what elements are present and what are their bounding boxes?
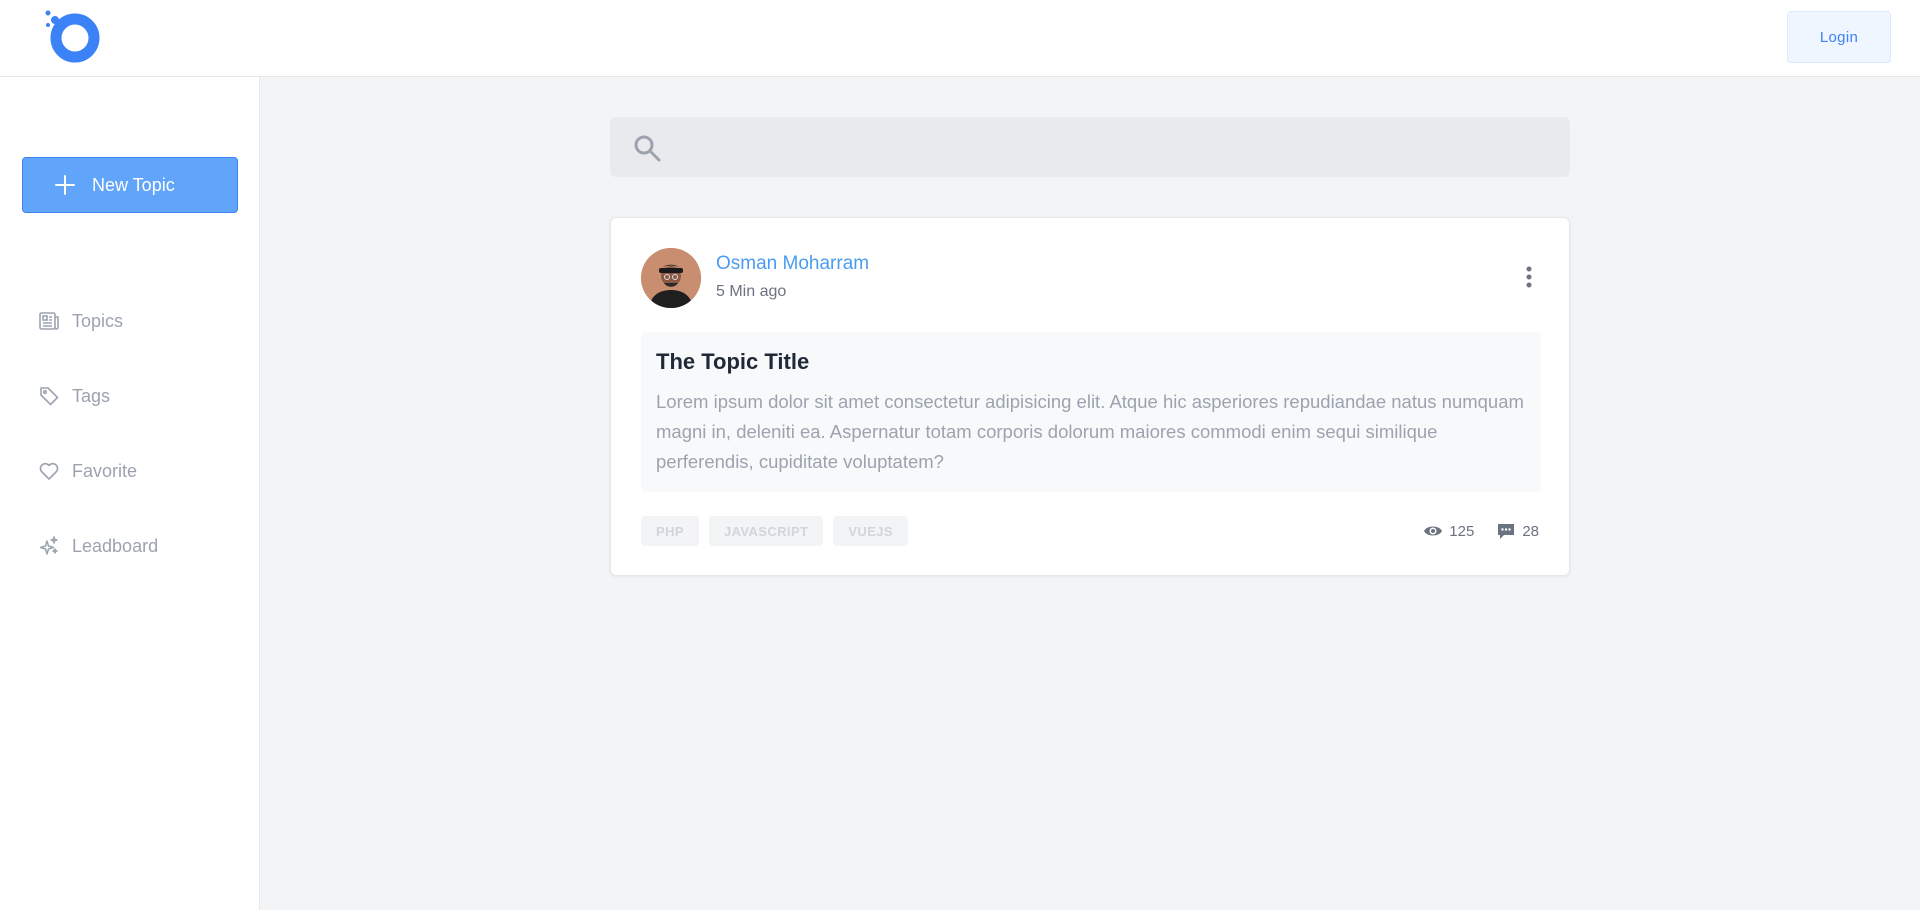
sparkles-icon [38,535,60,557]
search-box[interactable] [610,117,1570,177]
avatar[interactable] [641,248,701,308]
topic-excerpt: Lorem ipsum dolor sit amet consectetur a… [656,391,1524,472]
tag-chip[interactable]: VUEJS [833,516,908,546]
app-logo-icon[interactable] [42,8,104,64]
tag-chip[interactable]: PHP [641,516,699,546]
topic-title: The Topic Title [656,349,810,374]
tag-icon [38,385,60,407]
heart-icon [38,460,60,482]
sidebar-item-topics[interactable]: Topics [38,306,123,336]
comments-count: 28 [1522,522,1539,540]
sidebar-item-label: Topics [72,310,124,331]
sidebar-item-label: Favorite [72,460,138,481]
search-icon [632,133,662,163]
sidebar-item-leadboard[interactable]: Leadboard [38,531,158,561]
comments-stat: 28 [1496,521,1539,541]
sidebar: New Topic Topics Tags Favorite Leadboard [0,77,260,910]
topic-card[interactable]: Osman Moharram 5 Min ago The Topic Title… [610,217,1570,576]
sidebar-item-favorite[interactable]: Favorite [38,456,137,486]
sidebar-item-label: Tags [72,385,111,406]
plus-icon [54,174,76,196]
newspaper-icon [38,310,60,332]
topic-content[interactable]: The Topic Title Lorem ipsum dolor sit am… [641,332,1541,492]
login-button[interactable]: Login [1787,11,1891,63]
topic-stats: 125 28 [1423,518,1539,544]
views-count: 125 [1449,522,1475,540]
tag-list: PHP JAVASCRIPT VUEJS [641,516,918,546]
top-header: Login [0,0,1920,77]
search-input[interactable] [672,117,1552,177]
tag-chip[interactable]: JAVASCRIPT [708,516,824,546]
comment-icon [1496,521,1516,541]
views-stat: 125 [1423,521,1474,541]
eye-icon [1423,521,1443,541]
post-timestamp: 5 Min ago [716,283,787,300]
sidebar-item-label: Leadboard [72,535,159,556]
more-options-icon[interactable] [1519,262,1539,292]
new-topic-label: New Topic [92,174,175,195]
sidebar-item-tags[interactable]: Tags [38,381,110,411]
author-name-link[interactable]: Osman Moharram [716,253,869,275]
new-topic-button[interactable]: New Topic [22,157,238,213]
